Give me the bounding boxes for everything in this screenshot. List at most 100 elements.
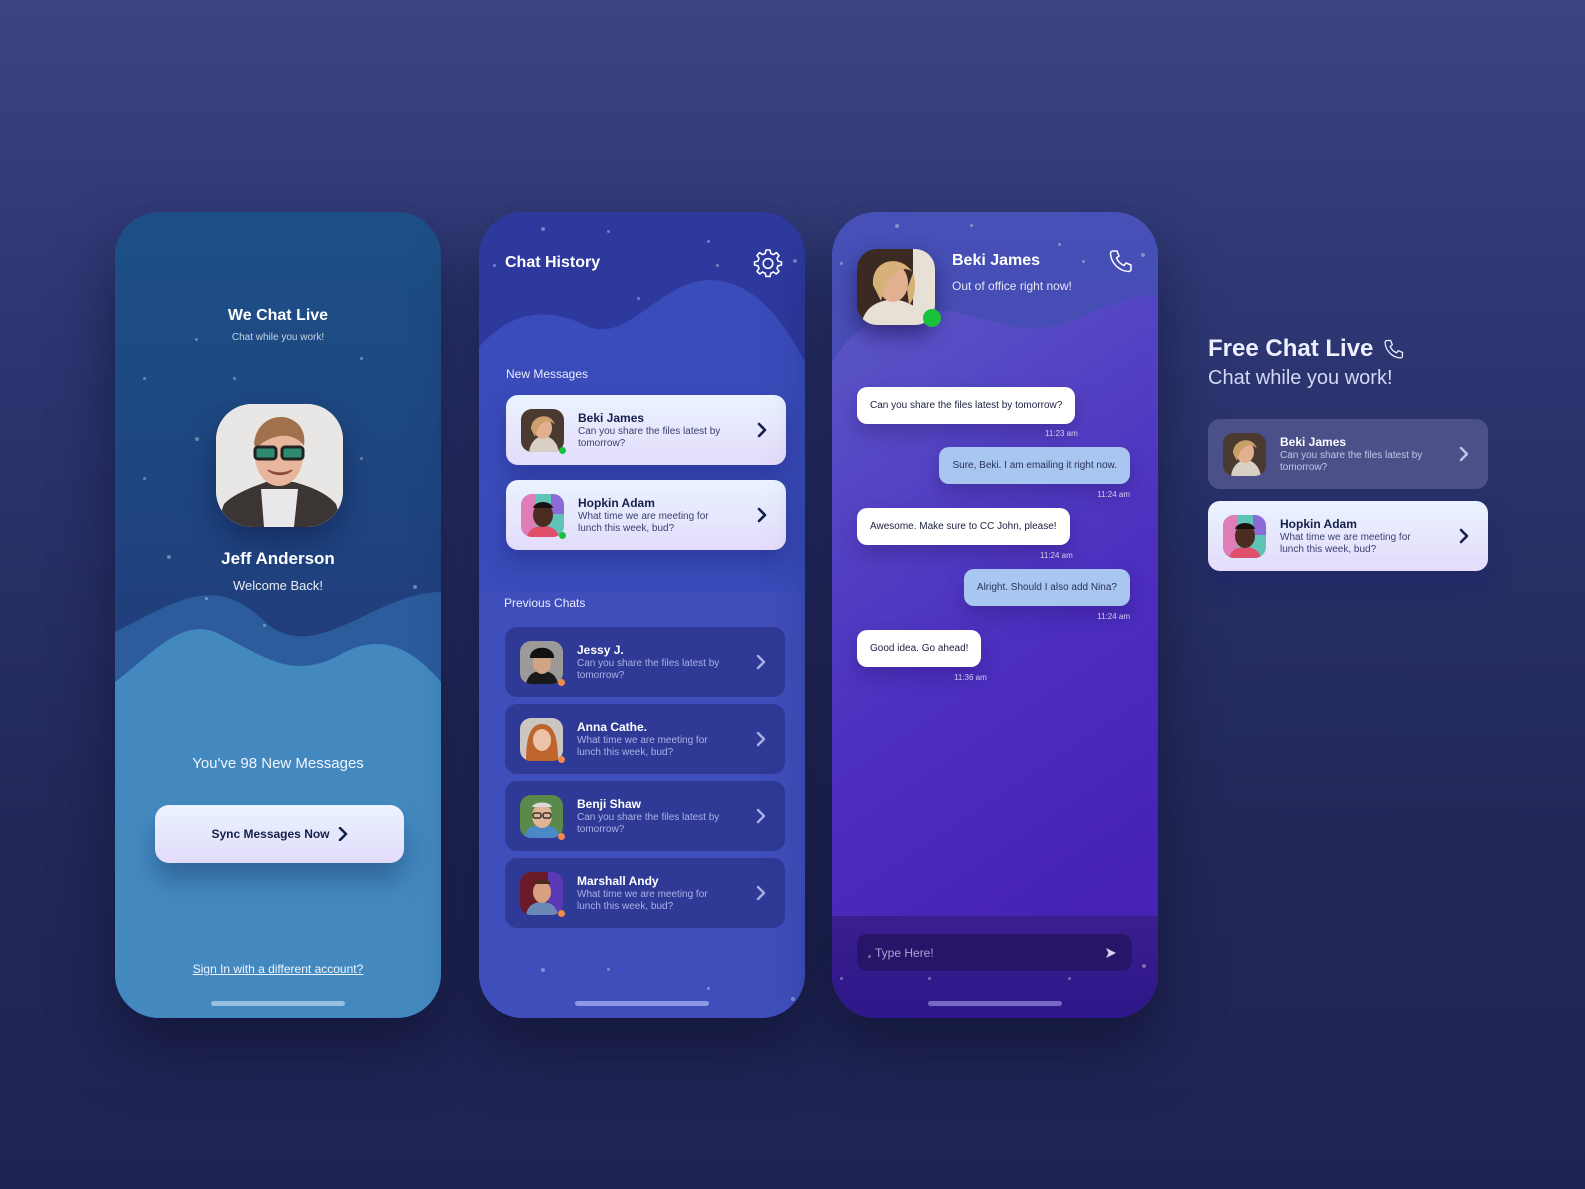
message-bubble-incoming: Can you share the files latest by tomorr… <box>857 387 1076 424</box>
star-decoration <box>791 997 795 1001</box>
star-decoration <box>868 955 871 958</box>
star-decoration <box>716 264 719 267</box>
previous-chat-item[interactable]: Jessy J. Can you share the files latest … <box>505 627 785 697</box>
user-avatar <box>216 404 343 527</box>
online-status-dot <box>923 309 941 327</box>
home-indicator <box>575 1001 709 1006</box>
contact-name: Beki James <box>578 410 645 425</box>
star-decoration <box>195 437 199 441</box>
chevron-right-icon <box>1459 446 1469 462</box>
send-icon[interactable] <box>1104 946 1118 960</box>
star-decoration <box>793 259 797 263</box>
contact-name: Hopkin Adam <box>578 495 655 510</box>
star-decoration <box>1068 977 1071 980</box>
away-status-dot <box>558 832 565 840</box>
message-preview: What time we are meeting for lunch this … <box>1280 531 1411 555</box>
message-time: 11:36 am <box>954 673 987 682</box>
new-message-item[interactable]: Hopkin Adam What time we are meeting for… <box>506 480 786 550</box>
avatar <box>520 794 565 840</box>
home-indicator <box>211 1001 345 1006</box>
previous-chat-item[interactable]: Anna Cathe. What time we are meeting for… <box>505 704 785 774</box>
message-composer <box>857 934 1132 971</box>
star-decoration <box>970 224 973 227</box>
promo-chat-item[interactable]: Hopkin Adam What time we are meeting for… <box>1208 501 1488 571</box>
new-messages-label: New Messages <box>506 367 589 381</box>
conversation-screen: Beki James Out of office right now! Can … <box>832 212 1158 1018</box>
online-status-dot <box>559 446 566 454</box>
avatar <box>520 871 565 917</box>
previous-chats-label: Previous Chats <box>504 596 586 610</box>
star-decoration <box>143 477 146 480</box>
message-preview: What time we are meeting for lunch this … <box>577 734 708 758</box>
avatar <box>521 408 566 454</box>
message-time: 11:24 am <box>1097 612 1130 621</box>
message-preview: Can you share the files latest by tomorr… <box>1280 449 1423 473</box>
message-preview: Can you share the files latest by tomorr… <box>577 657 720 681</box>
promo-title: Free Chat Live <box>1208 335 1374 362</box>
contact-name: Benji Shaw <box>577 796 642 811</box>
star-decoration <box>1058 243 1061 246</box>
gear-icon[interactable] <box>753 248 783 278</box>
star-decoration <box>263 624 266 627</box>
message-time: 11:24 am <box>1040 551 1073 560</box>
avatar <box>521 493 566 539</box>
contact-name: Beki James <box>1280 434 1347 449</box>
message-input[interactable] <box>875 945 1104 960</box>
chat-history-screen: Chat History New Messages Beki James Can… <box>479 212 805 1018</box>
message-bubble-outgoing: Alright. Should I also add Nina? <box>963 569 1130 606</box>
sync-button-label: Sync Messages Now <box>211 827 330 841</box>
sync-messages-button[interactable]: Sync Messages Now <box>155 805 404 863</box>
message-bubble-outgoing: Sure, Beki. I am emailing it right now. <box>939 447 1130 484</box>
star-decoration <box>493 264 496 267</box>
contact-name: Beki James <box>952 252 1041 269</box>
promo-chat-item[interactable]: Beki James Can you share the files lates… <box>1208 419 1488 489</box>
contact-name: Hopkin Adam <box>1280 516 1357 531</box>
promo-section: Free Chat Live Chat while you work! Beki… <box>1208 335 1488 571</box>
away-status-dot <box>558 755 565 763</box>
chevron-right-icon <box>756 808 766 824</box>
star-decoration <box>607 968 610 971</box>
message-bubble-incoming: Awesome. Make sure to CC John, please! <box>857 508 1070 545</box>
message-preview: What time we are meeting for lunch this … <box>578 510 709 534</box>
app-title: We Chat Live <box>227 307 329 324</box>
page-title: Chat History <box>505 254 601 271</box>
message-preview: Can you share the files latest by tomorr… <box>577 811 720 835</box>
star-decoration <box>1082 260 1085 263</box>
new-messages-count: You've 98 New Messages <box>192 755 364 772</box>
avatar <box>1223 432 1266 476</box>
home-indicator <box>928 1001 1062 1006</box>
star-decoration <box>1142 964 1146 968</box>
star-decoration <box>840 262 843 265</box>
user-name: Jeff Anderson <box>221 549 335 568</box>
star-decoration <box>360 457 363 460</box>
message-time: 11:24 am <box>1097 490 1130 499</box>
away-status-dot <box>558 909 565 917</box>
star-decoration <box>1141 253 1145 257</box>
sign-in-different-account-link[interactable]: Sign In with a different account? <box>115 962 441 976</box>
avatar <box>520 640 565 686</box>
phone-icon[interactable] <box>1108 248 1134 274</box>
star-decoration <box>637 297 640 300</box>
avatar <box>520 717 565 763</box>
contact-name: Marshall Andy <box>577 873 659 888</box>
star-decoration <box>895 224 899 228</box>
chevron-right-icon <box>756 731 766 747</box>
previous-chat-item[interactable]: Benji Shaw Can you share the files lates… <box>505 781 785 851</box>
phone-icon <box>1384 339 1404 359</box>
message-bubble-incoming: Good idea. Go ahead! <box>857 630 982 667</box>
contact-name: Anna Cathe. <box>577 719 648 734</box>
chevron-right-icon <box>338 827 347 841</box>
message-preview: What time we are meeting for lunch this … <box>577 888 708 912</box>
message-preview: Can you share the files latest by tomorr… <box>578 425 721 449</box>
chevron-right-icon <box>1459 528 1469 544</box>
star-decoration <box>840 977 843 980</box>
app-subtitle: Chat while you work! <box>231 332 325 343</box>
chevron-right-icon <box>757 507 767 523</box>
online-status-dot <box>559 531 566 539</box>
star-decoration <box>541 227 545 231</box>
new-message-item[interactable]: Beki James Can you share the files lates… <box>506 395 786 465</box>
login-screen: We Chat Live Chat while you work! Jeff A… <box>115 212 441 1018</box>
previous-chat-item[interactable]: Marshall Andy What time we are meeting f… <box>505 858 785 928</box>
star-decoration <box>928 977 931 980</box>
star-decoration <box>707 987 710 990</box>
